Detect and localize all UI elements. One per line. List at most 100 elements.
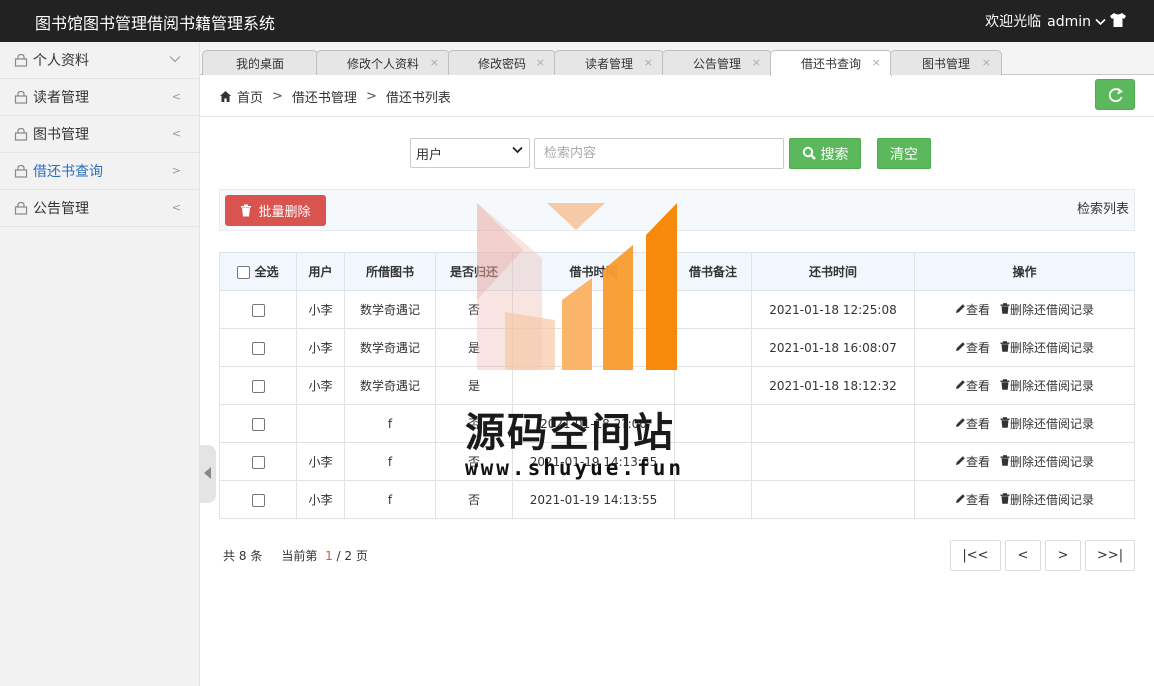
view-link[interactable]: 查看 (955, 379, 990, 393)
refresh-icon (1108, 87, 1124, 103)
table-row: 小李 数学奇遇记是 2021-01-18 18:12:32 查看 删除还借阅记录 (219, 366, 1135, 405)
close-icon[interactable]: × (752, 56, 761, 69)
view-link[interactable]: 查看 (955, 455, 990, 469)
prev-page-button[interactable]: < (1005, 540, 1041, 571)
tab-desktop[interactable]: 我的桌面 (202, 50, 318, 75)
total-pages: 2 (344, 549, 353, 563)
close-icon[interactable]: × (644, 56, 653, 69)
first-page-button[interactable]: |<< (950, 540, 1001, 571)
tab-label: 读者管理 (584, 56, 633, 71)
row-checkbox[interactable] (251, 493, 265, 507)
tshirt-icon[interactable] (1108, 10, 1128, 30)
delete-label: 删除还借阅记录 (1010, 341, 1095, 355)
trash-icon (1000, 417, 1010, 428)
clear-button[interactable]: 清空 (877, 138, 931, 169)
delete-record-link[interactable]: 删除还借阅记录 (1000, 303, 1094, 317)
view-link[interactable]: 查看 (955, 303, 990, 317)
row-select-cell[interactable] (219, 442, 297, 481)
close-icon[interactable]: × (430, 56, 439, 69)
delete-label: 删除还借阅记录 (1010, 493, 1095, 507)
sidebar-item-profile[interactable]: 个人资料 (0, 42, 199, 79)
refresh-button[interactable] (1095, 79, 1135, 110)
row-checkbox[interactable] (251, 341, 265, 355)
chevron-right-icon: > (171, 164, 181, 177)
search-button[interactable]: 搜索 (789, 138, 861, 169)
welcome-text: 欢迎光临 (985, 14, 1042, 30)
tab-change-password[interactable]: 修改密码 × (448, 50, 556, 75)
row-select-cell[interactable] (219, 404, 297, 443)
row-checkbox[interactable] (251, 455, 265, 469)
trash-icon (241, 204, 252, 217)
cell-book: 数学奇遇记 (344, 328, 436, 367)
search-field-select[interactable]: 用户 (410, 138, 530, 168)
sidebar-item-label: 借还书查询 (33, 164, 103, 180)
breadcrumb-home[interactable]: 首页 (237, 87, 263, 106)
tab-edit-profile[interactable]: 修改个人资料 × (316, 50, 450, 75)
close-icon[interactable]: × (872, 56, 881, 69)
row-select-cell[interactable] (219, 366, 297, 405)
cell-borrow-note (674, 404, 752, 443)
row-select-cell[interactable] (219, 480, 297, 519)
view-link[interactable]: 查看 (955, 341, 990, 355)
header-book: 所借图书 (344, 252, 436, 291)
header-returned: 是否归还 (435, 252, 513, 291)
delete-record-link[interactable]: 删除还借阅记录 (1000, 455, 1094, 469)
user-menu[interactable]: 欢迎光临 admin (985, 11, 1106, 31)
select-all-checkbox[interactable] (237, 266, 251, 279)
delete-record-link[interactable]: 删除还借阅记录 (1000, 379, 1094, 393)
tab-bar: 我的桌面 修改个人资料 × 修改密码 × 读者管理 × 公告管理 × 借还书查询 × 图书… (200, 42, 1154, 76)
tab-notices[interactable]: 公告管理 × (662, 50, 772, 75)
header-select-all[interactable]: 全选 (219, 252, 297, 291)
table-toolbar: 批量删除 检索列表 (219, 189, 1135, 231)
tab-borrow-query[interactable]: 借还书查询 × (770, 50, 892, 76)
table-row: 小李 数学奇遇记否 2021-01-18 12:25:08 查看 删除还借阅记录 (219, 290, 1135, 329)
sidebar-item-label: 读者管理 (33, 90, 89, 106)
pencil-icon (955, 418, 965, 427)
sidebar-item-readers[interactable]: 读者管理 < (0, 79, 199, 116)
sidebar-item-notices[interactable]: 公告管理 < (0, 190, 199, 227)
chevron-left-icon: < (171, 127, 181, 140)
trash-icon (1000, 493, 1010, 504)
delete-record-link[interactable]: 删除还借阅记录 (1000, 493, 1094, 507)
delete-record-link[interactable]: 删除还借阅记录 (1000, 417, 1094, 431)
select-all-label: 全选 (254, 265, 279, 279)
cell-borrow-time: 2021-01-19 14:13:55 (512, 480, 675, 519)
view-link[interactable]: 查看 (955, 493, 990, 507)
pencil-icon (955, 304, 965, 313)
cell-return-time: 2021-01-18 12:25:08 (751, 290, 915, 329)
row-select-cell[interactable] (219, 290, 297, 329)
cell-book: f (344, 404, 436, 443)
cell-user: 小李 (296, 328, 345, 367)
row-select-cell[interactable] (219, 328, 297, 367)
delete-record-link[interactable]: 删除还借阅记录 (1000, 341, 1094, 355)
sidebar-item-books[interactable]: 图书管理 < (0, 116, 199, 153)
tab-label: 修改个人资料 (346, 56, 419, 71)
next-page-button[interactable]: > (1045, 540, 1081, 571)
cell-borrow-note (674, 366, 752, 405)
view-link[interactable]: 查看 (955, 417, 990, 431)
cell-actions: 查看 删除还借阅记录 (914, 290, 1135, 329)
row-checkbox[interactable] (251, 417, 265, 431)
pencil-icon (955, 380, 965, 389)
row-checkbox[interactable] (251, 379, 265, 393)
cell-user (296, 404, 345, 443)
sidebar-collapse-toggle[interactable] (200, 445, 216, 503)
cell-user: 小李 (296, 480, 345, 519)
cell-return-time: 2021-01-18 18:12:32 (751, 366, 915, 405)
view-label: 查看 (965, 417, 990, 431)
cell-returned: 否 (435, 480, 513, 519)
sidebar-item-borrow-query[interactable]: 借还书查询 > (0, 153, 199, 190)
tab-readers[interactable]: 读者管理 × (554, 50, 664, 75)
close-icon[interactable]: × (982, 56, 991, 69)
last-page-button[interactable]: >>| (1085, 540, 1135, 571)
close-icon[interactable]: × (536, 56, 545, 69)
batch-delete-button[interactable]: 批量删除 (225, 195, 326, 226)
search-input[interactable] (534, 138, 784, 169)
breadcrumb-level1[interactable]: 借还书管理 (292, 87, 357, 106)
divider (200, 116, 1154, 117)
view-label: 查看 (965, 379, 990, 393)
row-checkbox[interactable] (251, 303, 265, 317)
delete-label: 删除还借阅记录 (1010, 455, 1095, 469)
tab-books[interactable]: 图书管理 × (890, 50, 1002, 75)
chevron-left-icon: < (171, 90, 181, 103)
